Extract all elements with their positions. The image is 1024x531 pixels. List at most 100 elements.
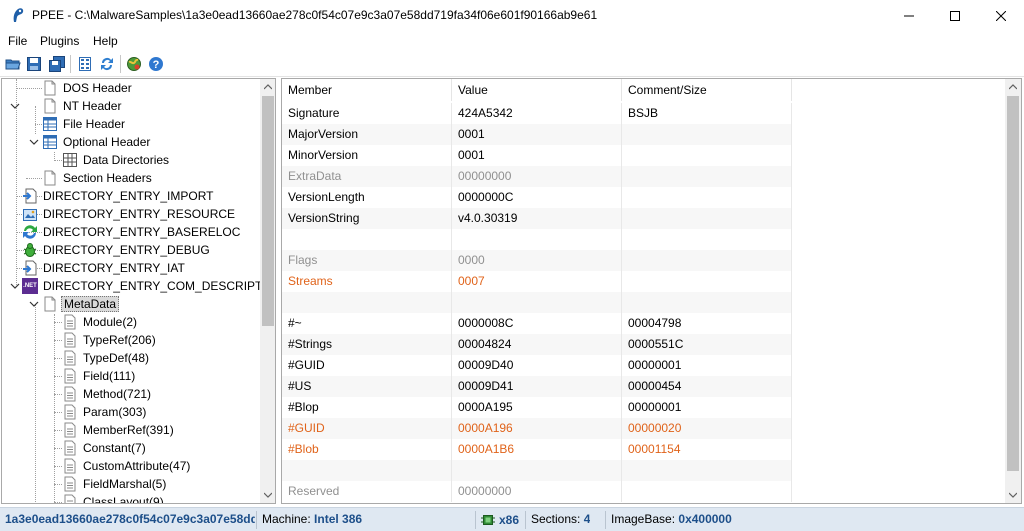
tree-item-metadata-table[interactable]: MemberRef(391) — [62, 421, 176, 439]
tree-item-directory-import[interactable]: DIRECTORY_ENTRY_IMPORT — [22, 187, 215, 205]
help-button[interactable]: ? — [146, 54, 166, 74]
plugins-button[interactable] — [124, 54, 144, 74]
save-button[interactable] — [24, 54, 44, 74]
chevron-down-icon[interactable] — [29, 299, 39, 309]
table-row[interactable]: #Blop 0000A195 00000001 — [282, 397, 792, 418]
tree-item-metadata-table[interactable]: Param(303) — [62, 403, 148, 421]
save-all-button[interactable] — [47, 54, 67, 74]
cell-member: #Blob — [282, 439, 452, 460]
table-row[interactable]: Signature 424A5342 BSJB — [282, 103, 792, 124]
cell-comment — [622, 292, 792, 313]
table-row[interactable]: Flags 0000 — [282, 250, 792, 271]
globe-plugin-icon — [127, 57, 141, 71]
column-header-value[interactable]: Value — [452, 79, 622, 101]
tree-item-directory-com-descriptor[interactable]: .NET DIRECTORY_ENTRY_COM_DESCRIPTOR — [22, 277, 261, 295]
structure-tree[interactable]: DOS Header NT Header File Header Optiona… — [1, 78, 276, 504]
cell-member: #~ — [282, 313, 452, 334]
table-row[interactable]: #~ 0000008C 00004798 — [282, 313, 792, 334]
chevron-down-icon[interactable] — [10, 281, 20, 291]
scroll-thumb[interactable] — [262, 96, 274, 326]
table-row[interactable]: Reserved 00000000 — [282, 481, 792, 502]
table-row[interactable]: #Strings 00004824 0000551C — [282, 334, 792, 355]
table-row[interactable]: MinorVersion 0001 — [282, 145, 792, 166]
open-button[interactable] — [3, 54, 23, 74]
cell-value: 00009D40 — [452, 355, 622, 376]
refresh-button[interactable] — [97, 54, 117, 74]
table-row[interactable]: Streams 0007 — [282, 271, 792, 292]
scroll-thumb[interactable] — [1007, 96, 1019, 471]
hex-view-button[interactable] — [75, 54, 95, 74]
table-row[interactable]: #GUID 0000A196 00000020 — [282, 418, 792, 439]
chevron-down-icon[interactable] — [10, 101, 20, 111]
menu-file[interactable]: File — [8, 34, 27, 48]
table-row[interactable] — [282, 229, 792, 250]
cell-member: #GUID — [282, 418, 452, 439]
tree-item-section-headers[interactable]: Section Headers — [42, 169, 154, 187]
menu-plugins[interactable]: Plugins — [40, 34, 79, 48]
grid-scrollbar[interactable] — [1005, 79, 1021, 503]
maximize-button[interactable] — [932, 0, 978, 31]
cell-value: 00000000 — [452, 166, 622, 187]
scroll-up-button[interactable] — [260, 79, 275, 95]
scroll-down-button[interactable] — [1005, 487, 1021, 503]
menu-help[interactable]: Help — [93, 34, 118, 48]
cell-value — [452, 460, 622, 481]
table-row[interactable]: #GUID 00009D40 00000001 — [282, 355, 792, 376]
tree-item-metadata-table[interactable]: Method(721) — [62, 385, 153, 403]
tree-item-optional-header[interactable]: Optional Header — [42, 133, 152, 151]
tree-item-file-header[interactable]: File Header — [42, 115, 127, 133]
scroll-up-button[interactable] — [1005, 79, 1021, 95]
tree-item-metadata-table[interactable]: Constant(7) — [62, 439, 148, 457]
cell-member: MajorVersion — [282, 124, 452, 145]
tree-item-metadata-table[interactable]: Module(2) — [62, 313, 139, 331]
cell-value: v4.0.30319 — [452, 208, 622, 229]
cell-member: MinorVersion — [282, 145, 452, 166]
chevron-down-icon[interactable] — [29, 137, 39, 147]
tree-scrollbar[interactable] — [260, 79, 275, 503]
cell-value — [452, 229, 622, 250]
bug-icon — [23, 243, 37, 257]
import-table-icon — [23, 260, 37, 276]
tree-item-directory-basereloc[interactable]: DIRECTORY_ENTRY_BASERELOC — [22, 223, 242, 241]
details-grid[interactable]: Member Value Comment/Size Signature 424A5… — [281, 78, 1022, 504]
table-row[interactable]: MajorVersion 0001 — [282, 124, 792, 145]
cell-value: 0007 — [452, 271, 622, 292]
tree-item-metadata-table[interactable]: FieldMarshal(5) — [62, 475, 168, 493]
tree-item-dos-header[interactable]: DOS Header — [42, 79, 134, 97]
tree-item-metadata-table[interactable]: CustomAttribute(47) — [62, 457, 192, 475]
tree-item-metadata-table[interactable]: TypeDef(48) — [62, 349, 151, 367]
scroll-down-button[interactable] — [260, 487, 275, 503]
minimize-button[interactable] — [886, 0, 932, 31]
table-row[interactable]: #US 00009D41 00000454 — [282, 376, 792, 397]
table-row[interactable]: #Blob 0000A1B6 00001154 — [282, 439, 792, 460]
dotnet-icon: .NET — [22, 278, 38, 294]
table-row[interactable] — [282, 460, 792, 481]
table-row[interactable]: VersionString v4.0.30319 — [282, 208, 792, 229]
cell-member: Signature — [282, 103, 452, 124]
column-header-comment[interactable]: Comment/Size — [622, 79, 792, 101]
table-row[interactable]: ExtraData 00000000 — [282, 166, 792, 187]
tree-item-metadata-table[interactable]: Field(111) — [62, 367, 137, 385]
tree-item-directory-iat[interactable]: DIRECTORY_ENTRY_IAT — [22, 259, 187, 277]
close-button[interactable] — [978, 0, 1024, 31]
table-row[interactable] — [282, 292, 792, 313]
table-row[interactable]: VersionLength 0000000C — [282, 187, 792, 208]
cell-comment — [622, 124, 792, 145]
tree-content: DOS Header NT Header File Header Optiona… — [2, 79, 261, 503]
tree-item-nt-header[interactable]: NT Header — [42, 97, 123, 115]
tree-item-data-directories[interactable]: Data Directories — [62, 151, 171, 169]
cell-member — [282, 229, 452, 250]
cell-member — [282, 292, 452, 313]
cell-comment: 0000551C — [622, 334, 792, 355]
cell-value: 0000000C — [452, 187, 622, 208]
cell-comment: 00000001 — [622, 355, 792, 376]
tree-item-metadata-table[interactable]: TypeRef(206) — [62, 331, 158, 349]
status-file-name: 1a3e0ead13660ae278c0f54c07e9c3a07e58dd71… — [5, 512, 255, 526]
tree-item-metadata-table[interactable]: ClassLayout(9) — [62, 493, 166, 503]
cell-value: 0001 — [452, 124, 622, 145]
tree-item-directory-resource[interactable]: DIRECTORY_ENTRY_RESOURCE — [22, 205, 237, 223]
chevron-down-icon — [264, 492, 272, 498]
tree-item-metadata[interactable]: MetaData — [42, 295, 120, 313]
column-header-member[interactable]: Member — [282, 79, 452, 101]
tree-item-directory-debug[interactable]: DIRECTORY_ENTRY_DEBUG — [22, 241, 212, 259]
